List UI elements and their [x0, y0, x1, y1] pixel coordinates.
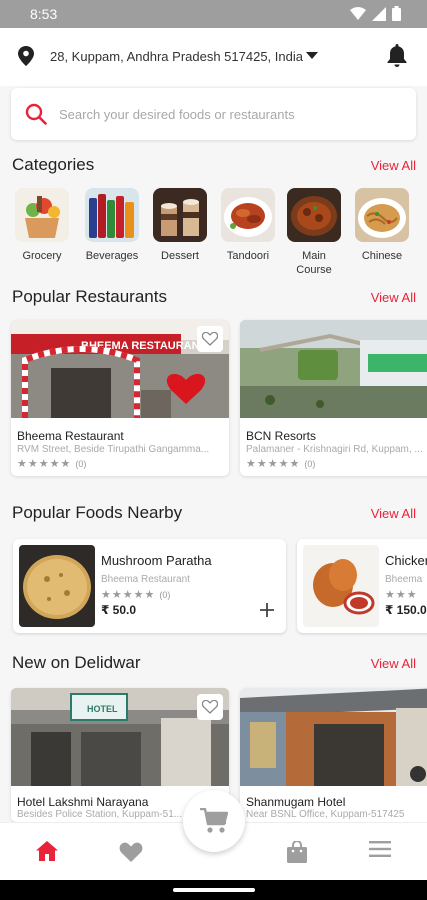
rating-stars: ★★★★★ [101, 589, 156, 601]
shopping-bag-icon [287, 839, 307, 863]
dessert-image [153, 188, 207, 242]
food-name: Mushroom Paratha [101, 553, 212, 568]
food-rating: ★★★★★ (0) [101, 588, 170, 601]
category-label: Main Course [296, 250, 332, 276]
nav-home[interactable] [36, 841, 58, 866]
new-on-view-all-link[interactable]: View All [371, 656, 416, 671]
restaurant-card[interactable]: Shanmugam Hotel Near BSNL Office, Kuppam… [240, 688, 427, 822]
category-label: Dessert [161, 250, 199, 262]
food-rating: ★★★ [385, 588, 418, 601]
status-bar: 8:53 [0, 0, 427, 28]
nav-orders[interactable] [287, 839, 307, 868]
beverages-image [85, 188, 139, 242]
restaurant-rating: ★★★★★ (0) [17, 457, 86, 470]
categories-view-all-link[interactable]: View All [371, 158, 416, 173]
rating-count: (0) [159, 590, 171, 600]
categories-row: Grocery Beverages Dessert Tandoori Main … [0, 188, 427, 280]
category-label: Chinese [361, 250, 403, 262]
popular-restaurants-view-all-link[interactable]: View All [371, 290, 416, 305]
nav-menu[interactable] [369, 841, 391, 862]
cart-button[interactable] [183, 790, 245, 852]
restaurant-rating: ★★★★★ (0) [246, 457, 315, 470]
restaurant-name: BCN Resorts [246, 429, 317, 443]
home-indicator[interactable] [173, 888, 255, 892]
menu-icon [369, 841, 391, 857]
rating-count: (0) [75, 459, 87, 469]
restaurant-sign-text: HOTEL [87, 704, 118, 714]
heart-outline-icon [202, 332, 218, 346]
nav-favorites[interactable] [119, 841, 143, 867]
heart-icon [119, 842, 143, 862]
search-bar[interactable] [11, 88, 416, 140]
category-item-grocery[interactable]: Grocery [12, 188, 72, 263]
restaurant-card[interactable]: BCN Resorts Palamaner - Krishnagiri Rd, … [240, 320, 427, 476]
category-label: Grocery [22, 250, 62, 262]
rating-stars: ★★★★★ [246, 458, 301, 470]
rating-stars: ★★★★★ [17, 458, 72, 470]
category-item-beverages[interactable]: Beverages [82, 188, 142, 263]
categories-title: Categories [12, 155, 95, 174]
category-label: Tandoori [226, 250, 270, 262]
tandoori-image [221, 188, 275, 242]
gesture-bar [0, 880, 427, 900]
food-price: ₹ 50.0 [101, 603, 137, 617]
food-price: ₹ 150.0 [385, 603, 427, 617]
plus-icon [260, 603, 274, 617]
food-card[interactable]: Chicken Bheema ★★★ ₹ 150.0 [297, 539, 427, 633]
popular-foods-title: Popular Foods Nearby [12, 503, 183, 522]
heart-outline-icon [202, 700, 218, 714]
food-card[interactable]: Mushroom Paratha Bheema Restaurant ★★★★★… [13, 539, 286, 633]
search-input[interactable] [59, 102, 399, 126]
restaurant-address: RVM Street, Beside Tirupathi Gangamma... [17, 444, 210, 455]
rating-stars: ★★★ [385, 589, 418, 601]
restaurant-address: Near BSNL Office, Kuppam-517425 [246, 809, 405, 820]
restaurant-card[interactable]: BHEEMA RESTAURANT Bheema Restaurant RVM … [11, 320, 229, 476]
category-item-main-course[interactable]: Main Course [284, 188, 344, 277]
signal-icon [372, 6, 386, 21]
food-restaurant: Bheema Restaurant [101, 574, 190, 585]
category-item-chinese[interactable]: Chinese [352, 188, 412, 263]
favorite-button[interactable] [197, 326, 223, 352]
new-on-title: New on Delidwar [12, 653, 141, 672]
battery-icon [392, 6, 401, 21]
status-time: 8:53 [30, 6, 58, 22]
favorite-button[interactable] [197, 694, 223, 720]
restaurant-image [240, 688, 427, 786]
main-course-image [287, 188, 341, 242]
cart-icon [200, 808, 228, 833]
food-restaurant: Bheema [385, 574, 423, 585]
food-image [303, 545, 379, 627]
category-item-tandoori[interactable]: Tandoori [218, 188, 278, 263]
popular-foods-view-all-link[interactable]: View All [371, 506, 416, 521]
location-text[interactable]: 28, Kuppam, Andhra Pradesh 517425, India [50, 49, 303, 64]
status-icons [350, 6, 401, 21]
category-item-dessert[interactable]: Dessert [150, 188, 210, 263]
popular-restaurants-title: Popular Restaurants [12, 287, 167, 306]
restaurant-name: Bheema Restaurant [17, 429, 124, 443]
location-bar[interactable]: 28, Kuppam, Andhra Pradesh 517425, India [0, 28, 427, 86]
wifi-icon [350, 6, 366, 20]
restaurant-name: Hotel Lakshmi Narayana [17, 795, 149, 809]
add-to-cart-button[interactable] [260, 599, 274, 621]
category-label: Beverages [85, 250, 139, 262]
search-icon [25, 103, 47, 125]
chinese-image [355, 188, 409, 242]
restaurant-name: Shanmugam Hotel [246, 795, 346, 809]
restaurant-address: Palamaner - Krishnagiri Rd, Kuppam, ... [246, 444, 423, 455]
bell-icon[interactable] [387, 44, 407, 68]
home-icon [36, 841, 58, 861]
food-image [19, 545, 95, 627]
caret-down-icon[interactable] [306, 52, 318, 59]
location-pin-icon [18, 46, 34, 66]
restaurant-image [240, 320, 427, 418]
restaurant-address: Besides Police Station, Kuppam-51... [17, 809, 183, 820]
grocery-image [15, 188, 69, 242]
rating-count: (0) [304, 459, 316, 469]
food-name: Chicken [385, 553, 427, 568]
